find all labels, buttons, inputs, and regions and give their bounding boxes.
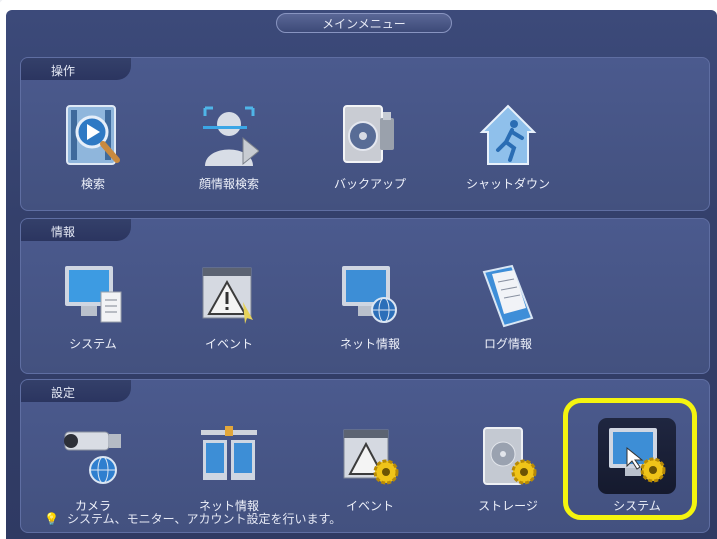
window-title: メインメニュー [276,13,452,33]
menu-item-label: 検索 [80,177,105,191]
storage-settings-icon [483,427,537,485]
search-video-icon [66,105,120,165]
log-info-icon [482,264,534,328]
menu-item-shutdown[interactable]: シャットダウン [443,102,563,202]
section-tab [21,380,131,402]
backup-icon [343,105,394,163]
menu-item-label: システム [69,337,117,351]
menu-item-label: ネット情報 [339,337,400,351]
section-title: 情報 [51,225,76,239]
menu-item-label: 顔情報検索 [198,177,259,191]
event-settings-icon [343,429,399,485]
menu-item-label: ストレージ [478,499,538,513]
menu-item-label: イベント [204,337,253,351]
menu-item-camera[interactable]: カメラ [28,424,148,524]
menu-item-label: シャットダウン [465,177,550,191]
section-tab [21,58,131,80]
menu-item-event-info[interactable]: イベント [164,262,284,362]
menu-item-network-info[interactable]: ネット情報 [305,262,425,362]
section-title: 設定 [51,386,76,400]
menu-item-log-info[interactable]: ログ情報 [443,262,563,362]
hint-bar: 💡 システム、モニター、アカウント設定を行います。 [44,510,341,527]
hint-text: システム、モニター、アカウント設定を行います。 [66,512,342,526]
menu-item-label: ログ情報 [483,337,532,351]
network-info-icon [342,266,397,323]
network-settings-icon [201,426,257,480]
event-warning-icon [202,267,253,324]
menu-item-backup[interactable]: バックアップ [305,102,425,202]
menu-item-face-search[interactable]: 顔情報検索 [164,102,284,202]
section-title: 操作 [51,64,76,78]
menu-item-search[interactable]: 検索 [28,102,148,202]
camera-settings-icon [64,431,121,484]
menu-item-label: バックアップ [333,177,406,191]
lightbulb-icon: 💡 [44,512,59,526]
system-info-icon [65,266,122,323]
section-tab [21,219,131,241]
face-search-icon [203,106,259,166]
menu-item-system-info[interactable]: システム [28,262,148,362]
menu-item-event-settings[interactable]: イベント [305,424,425,524]
menu-item-storage[interactable]: ストレージ [443,424,563,524]
menu-item-network-settings[interactable]: ネット情報 [164,424,284,524]
shutdown-icon [479,104,537,165]
selection-highlight [563,398,697,520]
